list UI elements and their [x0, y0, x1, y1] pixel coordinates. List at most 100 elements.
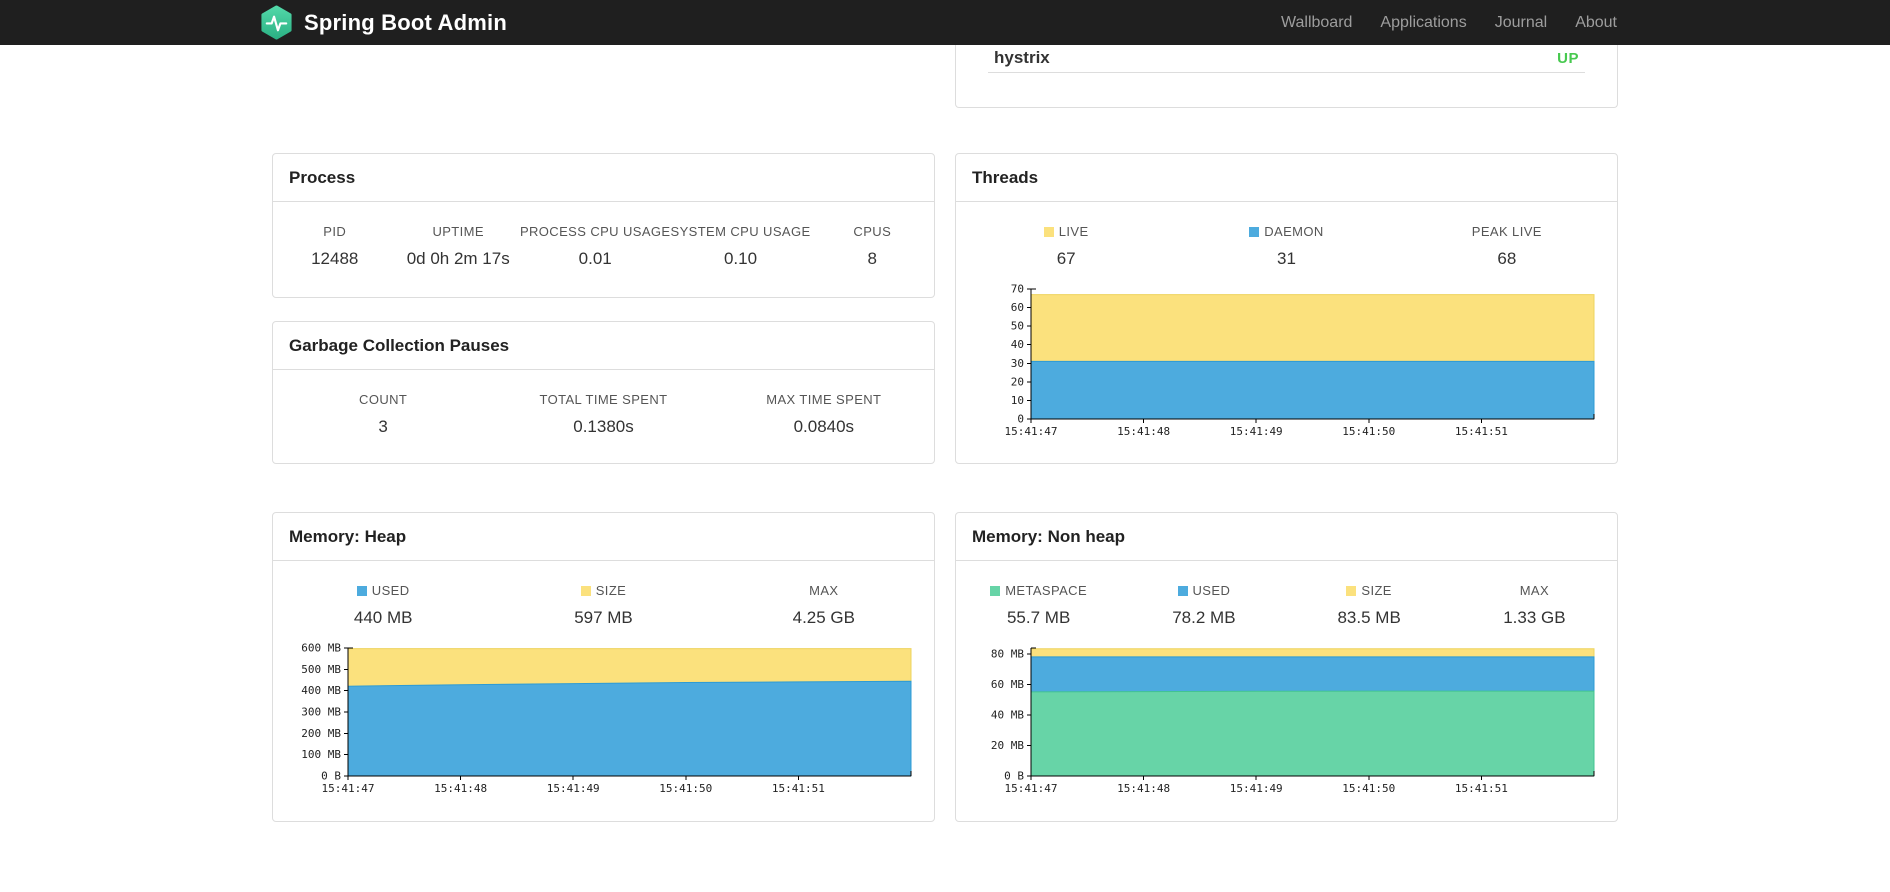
metric-value: 67 [1056, 249, 1076, 268]
svg-text:15:41:47: 15:41:47 [1005, 782, 1058, 795]
metric-value: 55.7 MB [1006, 608, 1071, 627]
svg-text:70: 70 [1011, 283, 1024, 296]
application-name: hystrix [994, 48, 1050, 67]
metric-value: 1.33 GB [1503, 608, 1566, 627]
metric-label: SIZE [493, 583, 713, 598]
svg-text:15:41:47: 15:41:47 [322, 782, 375, 795]
metric-value: 8 [867, 249, 878, 268]
legend-live: LIVE 67 [956, 224, 1176, 269]
nav-item-applications[interactable]: Applications [1366, 0, 1480, 45]
svg-text:15:41:49: 15:41:49 [1230, 782, 1283, 795]
metric-label: MAX TIME SPENT [766, 392, 882, 407]
svg-text:15:41:49: 15:41:49 [1230, 425, 1283, 438]
legend-label: USED [1192, 583, 1231, 598]
legend-heap-max: MAX 4.25 GB [714, 583, 934, 628]
application-status-badge: UP [1557, 49, 1579, 67]
metric-value: 597 MB [574, 608, 633, 627]
size-series-swatch-icon [1346, 586, 1357, 596]
metric-label: DAEMON [1176, 224, 1396, 239]
threads-panel: Threads LIVE 67 DAEMON 31 PEAK LIVE 68 0… [955, 153, 1618, 464]
svg-text:15:41:50: 15:41:50 [1342, 782, 1395, 795]
nav-item-about[interactable]: About [1561, 0, 1631, 45]
navbar: Spring Boot Admin Wallboard Applications… [0, 0, 1890, 45]
memory-nonheap-legend: METASPACE 55.7 MB USED 78.2 MB SIZE 83.5… [956, 561, 1617, 628]
metric-value: 68 [1497, 249, 1517, 268]
legend-label: LIVE [1058, 224, 1089, 239]
used-series-swatch-icon [356, 586, 367, 596]
svg-text:15:41:48: 15:41:48 [1117, 782, 1170, 795]
brand-link[interactable]: Spring Boot Admin [259, 5, 507, 40]
metric-label: MAX [809, 583, 839, 598]
memory-heap-panel-title: Memory: Heap [273, 513, 934, 561]
metric-label: CPUS [853, 224, 892, 239]
svg-text:15:41:51: 15:41:51 [1455, 782, 1508, 795]
applications-status-panel: hystrix UP [955, 45, 1618, 108]
svg-text:20 MB: 20 MB [991, 739, 1024, 752]
legend-label: DAEMON [1264, 224, 1324, 239]
svg-text:15:41:48: 15:41:48 [434, 782, 487, 795]
legend-nonheap-max: MAX 1.33 GB [1452, 583, 1617, 628]
legend-label: USED [371, 583, 410, 598]
process-panel: Process PID 12488 UPTIME 0d 0h 2m 17s PR… [272, 153, 935, 298]
legend-label: SIZE [1361, 583, 1392, 598]
svg-text:60 MB: 60 MB [991, 678, 1024, 691]
main-content: hystrix UP Process PID 12488 UPTIME 0d 0… [272, 45, 1618, 822]
legend-metaspace: METASPACE 55.7 MB [956, 583, 1121, 628]
process-metrics: PID 12488 UPTIME 0d 0h 2m 17s PROCESS CP… [273, 202, 934, 269]
svg-text:30: 30 [1011, 357, 1024, 370]
svg-text:15:41:51: 15:41:51 [1455, 425, 1508, 438]
metric-label: COUNT [359, 392, 408, 407]
metric-uptime: UPTIME 0d 0h 2m 17s [396, 224, 519, 269]
svg-text:100 MB: 100 MB [301, 748, 341, 761]
application-row-hystrix[interactable]: hystrix UP [988, 45, 1585, 73]
threads-legend: LIVE 67 DAEMON 31 PEAK LIVE 68 [956, 202, 1617, 269]
metric-label: PEAK LIVE [1471, 224, 1542, 239]
nav-item-journal[interactable]: Journal [1481, 0, 1561, 45]
metric-value: 0.01 [578, 249, 612, 268]
metric-system-cpu-usage: SYSTEM CPU USAGE 0.10 [671, 224, 811, 269]
svg-text:20: 20 [1011, 375, 1024, 388]
legend-label: METASPACE [1005, 583, 1088, 598]
metric-value: 0.10 [723, 249, 758, 268]
svg-text:0 B: 0 B [321, 770, 341, 783]
page: Spring Boot Admin Wallboard Applications… [0, 0, 1890, 892]
metric-label: USED [1121, 583, 1286, 598]
svg-text:400 MB: 400 MB [301, 684, 341, 697]
metric-label: PROCESS CPU USAGE [519, 224, 671, 239]
nav-item-wallboard[interactable]: Wallboard [1267, 0, 1366, 45]
metric-label: SYSTEM CPU USAGE [670, 224, 811, 239]
metric-label: LIVE [956, 224, 1176, 239]
metric-value: 0.1380s [573, 417, 634, 436]
spring-boot-admin-logo-icon [261, 5, 292, 40]
svg-text:40: 40 [1011, 338, 1024, 351]
daemon-series-swatch-icon [1249, 227, 1260, 237]
top-left-spacer [272, 45, 935, 108]
svg-text:200 MB: 200 MB [301, 727, 341, 740]
metric-label: SIZE [1287, 583, 1452, 598]
metric-process-cpu-usage: PROCESS CPU USAGE 0.01 [520, 224, 671, 269]
size-series-swatch-icon [580, 586, 591, 596]
metric-value: 440 MB [353, 608, 413, 627]
gc-metrics: COUNT 3 TOTAL TIME SPENT 0.1380s MAX TIM… [273, 370, 934, 437]
svg-text:15:41:50: 15:41:50 [1342, 425, 1395, 438]
svg-text:15:41:50: 15:41:50 [659, 782, 712, 795]
threads-panel-title: Threads [956, 154, 1617, 202]
svg-text:15:41:51: 15:41:51 [772, 782, 825, 795]
metric-value: 78.2 MB [1172, 608, 1236, 627]
svg-text:15:41:47: 15:41:47 [1005, 425, 1058, 438]
metric-label: USED [273, 583, 493, 598]
memory-heap-area-chart: 0 B 100 MB 200 MB 300 MB 400 MB 500 MB 600 MB 1… [301, 642, 912, 795]
metric-cpus: CPUS 8 [811, 224, 934, 269]
memory-nonheap-panel-title: Memory: Non heap [956, 513, 1617, 561]
nav-menu: Wallboard Applications Journal About [1267, 0, 1631, 45]
brand-title: Spring Boot Admin [304, 9, 508, 35]
svg-text:0: 0 [1017, 413, 1024, 426]
svg-text:60: 60 [1011, 301, 1024, 314]
navbar-inner: Spring Boot Admin Wallboard Applications… [259, 0, 1631, 45]
legend-nonheap-used: USED 78.2 MB [1121, 583, 1286, 628]
memory-heap-panel: Memory: Heap USED 440 MB SIZE 597 MB MAX [272, 512, 935, 822]
gc-pauses-panel: Garbage Collection Pauses COUNT 3 TOTAL … [272, 321, 935, 464]
metric-pid: PID 12488 [273, 224, 396, 269]
metric-label: PID [323, 224, 347, 239]
metric-value: 31 [1277, 249, 1296, 268]
